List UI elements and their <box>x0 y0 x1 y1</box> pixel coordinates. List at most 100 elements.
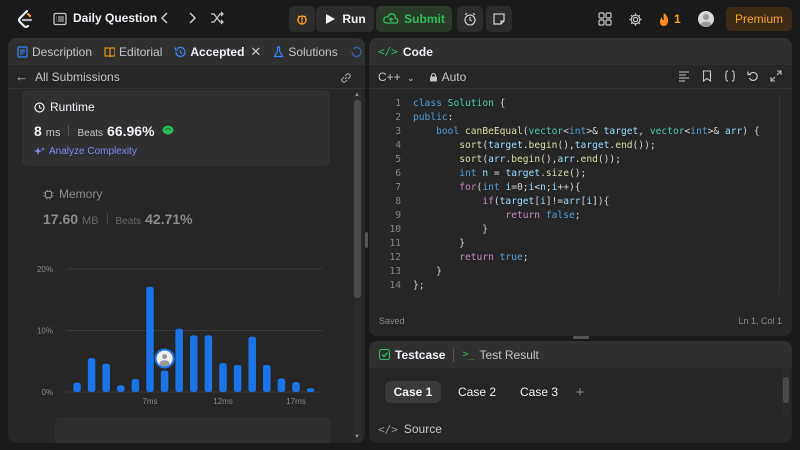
code-line: bool canBeEqual(vector<int>& target, vec… <box>436 126 760 137</box>
analyze-complexity-link[interactable]: Analyze Complexity <box>34 146 137 157</box>
code-line: int n = target.size(); <box>459 168 587 179</box>
submit-label: Submit <box>404 12 445 26</box>
chart-bar[interactable] <box>175 328 183 392</box>
back-arrow-icon[interactable]: ← <box>15 69 28 84</box>
chart-bar[interactable] <box>204 335 213 392</box>
leetcode-logo-icon[interactable] <box>16 9 34 29</box>
chevron-down-icon: ⌄ <box>407 72 415 83</box>
close-tab-icon[interactable]: ✕ <box>250 44 261 60</box>
submission-header: ← All Submissions <box>8 65 365 89</box>
y-tick-label: 20% <box>37 265 53 274</box>
chart-bar[interactable] <box>306 388 315 392</box>
code-line: public: <box>413 112 454 123</box>
expand-fullscreen-icon[interactable] <box>770 70 782 82</box>
notes-icon[interactable] <box>486 6 512 32</box>
all-submissions-link[interactable]: All Submissions <box>35 70 120 84</box>
case-2-button[interactable]: Case 2 <box>449 381 505 403</box>
chart-bar[interactable] <box>160 370 169 392</box>
add-case-button[interactable]: + <box>573 381 587 403</box>
format-align-icon[interactable] <box>678 70 690 82</box>
tab-accepted[interactable]: Accepted ✕ <box>168 38 267 65</box>
source-link[interactable]: </> Source <box>378 422 442 436</box>
flame-icon <box>660 12 669 26</box>
run-button[interactable]: Run <box>316 6 374 32</box>
line-number: 6 <box>395 168 401 179</box>
case-1-button[interactable]: Case 1 <box>385 381 441 403</box>
line-number: 10 <box>389 224 401 235</box>
next-question-icon[interactable] <box>184 10 200 26</box>
chart-bar[interactable] <box>146 286 154 392</box>
shuffle-icon[interactable] <box>209 10 225 26</box>
stat-divider <box>106 213 108 224</box>
vertical-resize-handle[interactable] <box>573 336 589 339</box>
chart-bar[interactable] <box>131 379 140 392</box>
chart-bar[interactable] <box>190 335 198 392</box>
testcase-panel: Testcase >_ Test Result Case 1 Case 2 Ca… <box>369 341 792 443</box>
timer-alarm-icon[interactable] <box>457 6 483 32</box>
tab-test-result-label: Test Result <box>479 347 539 362</box>
run-label: Run <box>342 12 366 26</box>
green-hand-icon <box>162 125 174 135</box>
left-scrollbar-thumb[interactable] <box>354 100 361 298</box>
x-tick-label: 7ms <box>142 397 157 406</box>
memory-stats[interactable]: 17.60 MB Beats 42.71% <box>43 211 193 227</box>
chart-bar[interactable] <box>87 358 96 392</box>
auto-mode[interactable]: Auto <box>429 70 466 84</box>
panel-resize-handle[interactable] <box>365 232 368 248</box>
tab-editorial-label: Editorial <box>119 44 163 59</box>
tab-description-label: Description <box>32 44 93 59</box>
code-line: return false; <box>505 210 581 221</box>
chart-bar[interactable] <box>73 382 81 392</box>
chart-bar[interactable] <box>233 364 242 392</box>
streak-counter[interactable]: 1 <box>658 10 681 28</box>
runtime-beats-label: Beats <box>77 128 104 139</box>
tab-testcase[interactable]: Testcase <box>379 348 445 362</box>
settings-gear-icon[interactable] <box>627 11 643 27</box>
chart-bar[interactable] <box>292 382 300 392</box>
language-select[interactable]: C++ ⌄ <box>378 70 415 84</box>
problem-list-icon[interactable] <box>53 12 67 26</box>
tab-submissions-partial[interactable] <box>344 38 365 65</box>
reset-undo-icon[interactable] <box>747 70 759 82</box>
tab-divider <box>453 347 455 362</box>
bookmark-icon[interactable] <box>701 70 713 82</box>
play-icon <box>326 14 336 24</box>
code-toolbar: C++ ⌄ Auto <box>369 65 792 89</box>
your-submission-marker[interactable] <box>154 348 175 369</box>
tab-test-result[interactable]: >_ Test Result <box>462 348 538 362</box>
testcase-scrollbar-thumb[interactable] <box>783 377 789 403</box>
scroll-up-icon[interactable]: ▲ <box>354 92 360 98</box>
code-brackets-icon: </> <box>378 422 398 436</box>
premium-button[interactable]: Premium <box>726 7 792 31</box>
runtime-heading-row: Runtime <box>34 100 95 114</box>
runtime-value: 8 <box>34 123 42 139</box>
complexity-chart-preview[interactable] <box>55 417 330 443</box>
editorial-book-icon <box>104 46 116 57</box>
scroll-down-icon[interactable]: ▼ <box>354 434 360 440</box>
runtime-distribution-chart[interactable]: 20% 10% 0% 7ms 12ms 17ms <box>8 253 338 413</box>
avatar[interactable] <box>698 11 714 27</box>
tab-description[interactable]: Description <box>8 38 98 65</box>
prev-question-icon[interactable] <box>157 10 173 26</box>
daily-question-title[interactable]: Daily Question <box>73 11 157 25</box>
share-link-icon[interactable] <box>339 71 353 88</box>
chart-bar[interactable] <box>219 363 227 392</box>
tab-solutions[interactable]: Solutions <box>267 38 343 65</box>
memory-beats-value: 42.71% <box>145 211 193 227</box>
braces-icon[interactable] <box>724 70 736 82</box>
code-title[interactable]: Code <box>403 45 433 59</box>
chart-bar[interactable] <box>263 364 271 392</box>
chart-bar[interactable] <box>102 363 110 392</box>
chart-bar[interactable] <box>277 378 286 392</box>
memory-heading: Memory <box>59 187 103 201</box>
chart-bar[interactable] <box>117 385 125 392</box>
line-number: 3 <box>395 126 401 137</box>
submit-button[interactable]: Submit <box>376 6 452 32</box>
code-editor[interactable]: 1 2 3 4 5 6 7 8 9 10 11 12 13 14 class Solution { pub… <box>369 94 792 294</box>
debug-bug-icon[interactable] <box>289 6 315 32</box>
case-3-button[interactable]: Case 3 <box>511 381 567 403</box>
tab-editorial[interactable]: Editorial <box>98 38 168 65</box>
line-number: 4 <box>395 140 401 151</box>
chart-bar[interactable] <box>248 336 256 392</box>
layout-grid-icon[interactable] <box>597 11 613 27</box>
